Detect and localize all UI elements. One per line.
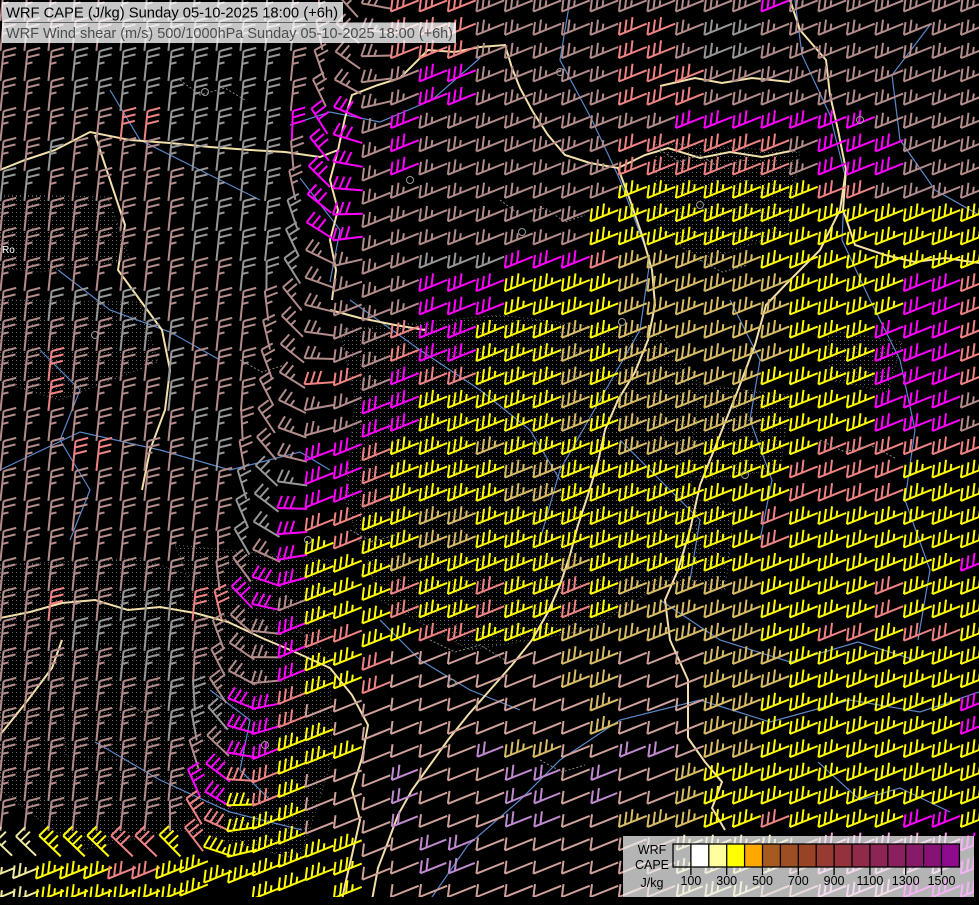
svg-text:500: 500 — [752, 874, 773, 888]
svg-text:1500: 1500 — [928, 874, 956, 888]
svg-text:WRF CAPE (J/kg) Sunday 05-10-2: WRF CAPE (J/kg) Sunday 05-10-2025 18:00 … — [6, 5, 338, 22]
svg-text:WRF Wind shear (m/s) 500/1000h: WRF Wind shear (m/s) 500/1000hPa Sunday … — [6, 25, 453, 42]
svg-text:1100: 1100 — [856, 874, 883, 888]
svg-text:CAPE: CAPE — [635, 858, 669, 872]
svg-text:700: 700 — [788, 874, 809, 888]
svg-text:Ro: Ro — [2, 245, 15, 256]
svg-text:300: 300 — [716, 874, 737, 888]
svg-text:900: 900 — [824, 874, 845, 888]
svg-text:1300: 1300 — [892, 874, 920, 888]
svg-text:WRF: WRF — [638, 843, 667, 857]
svg-text:100: 100 — [680, 874, 701, 888]
svg-text:J/kg: J/kg — [641, 876, 664, 890]
